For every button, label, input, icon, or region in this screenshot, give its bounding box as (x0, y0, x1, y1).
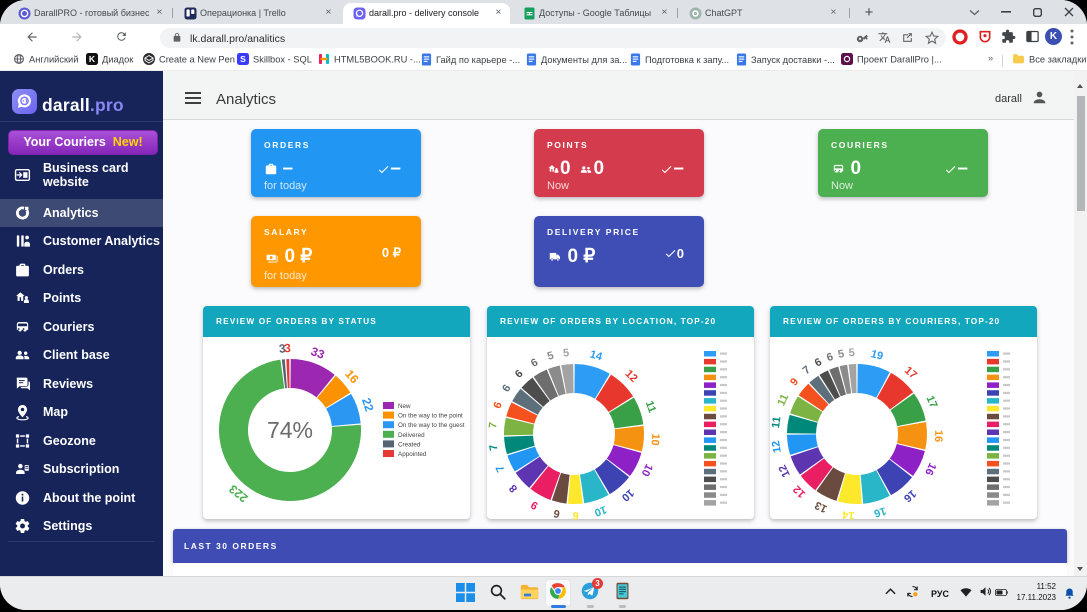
svg-text:S: S (240, 54, 246, 64)
svg-text:K: K (89, 54, 96, 64)
